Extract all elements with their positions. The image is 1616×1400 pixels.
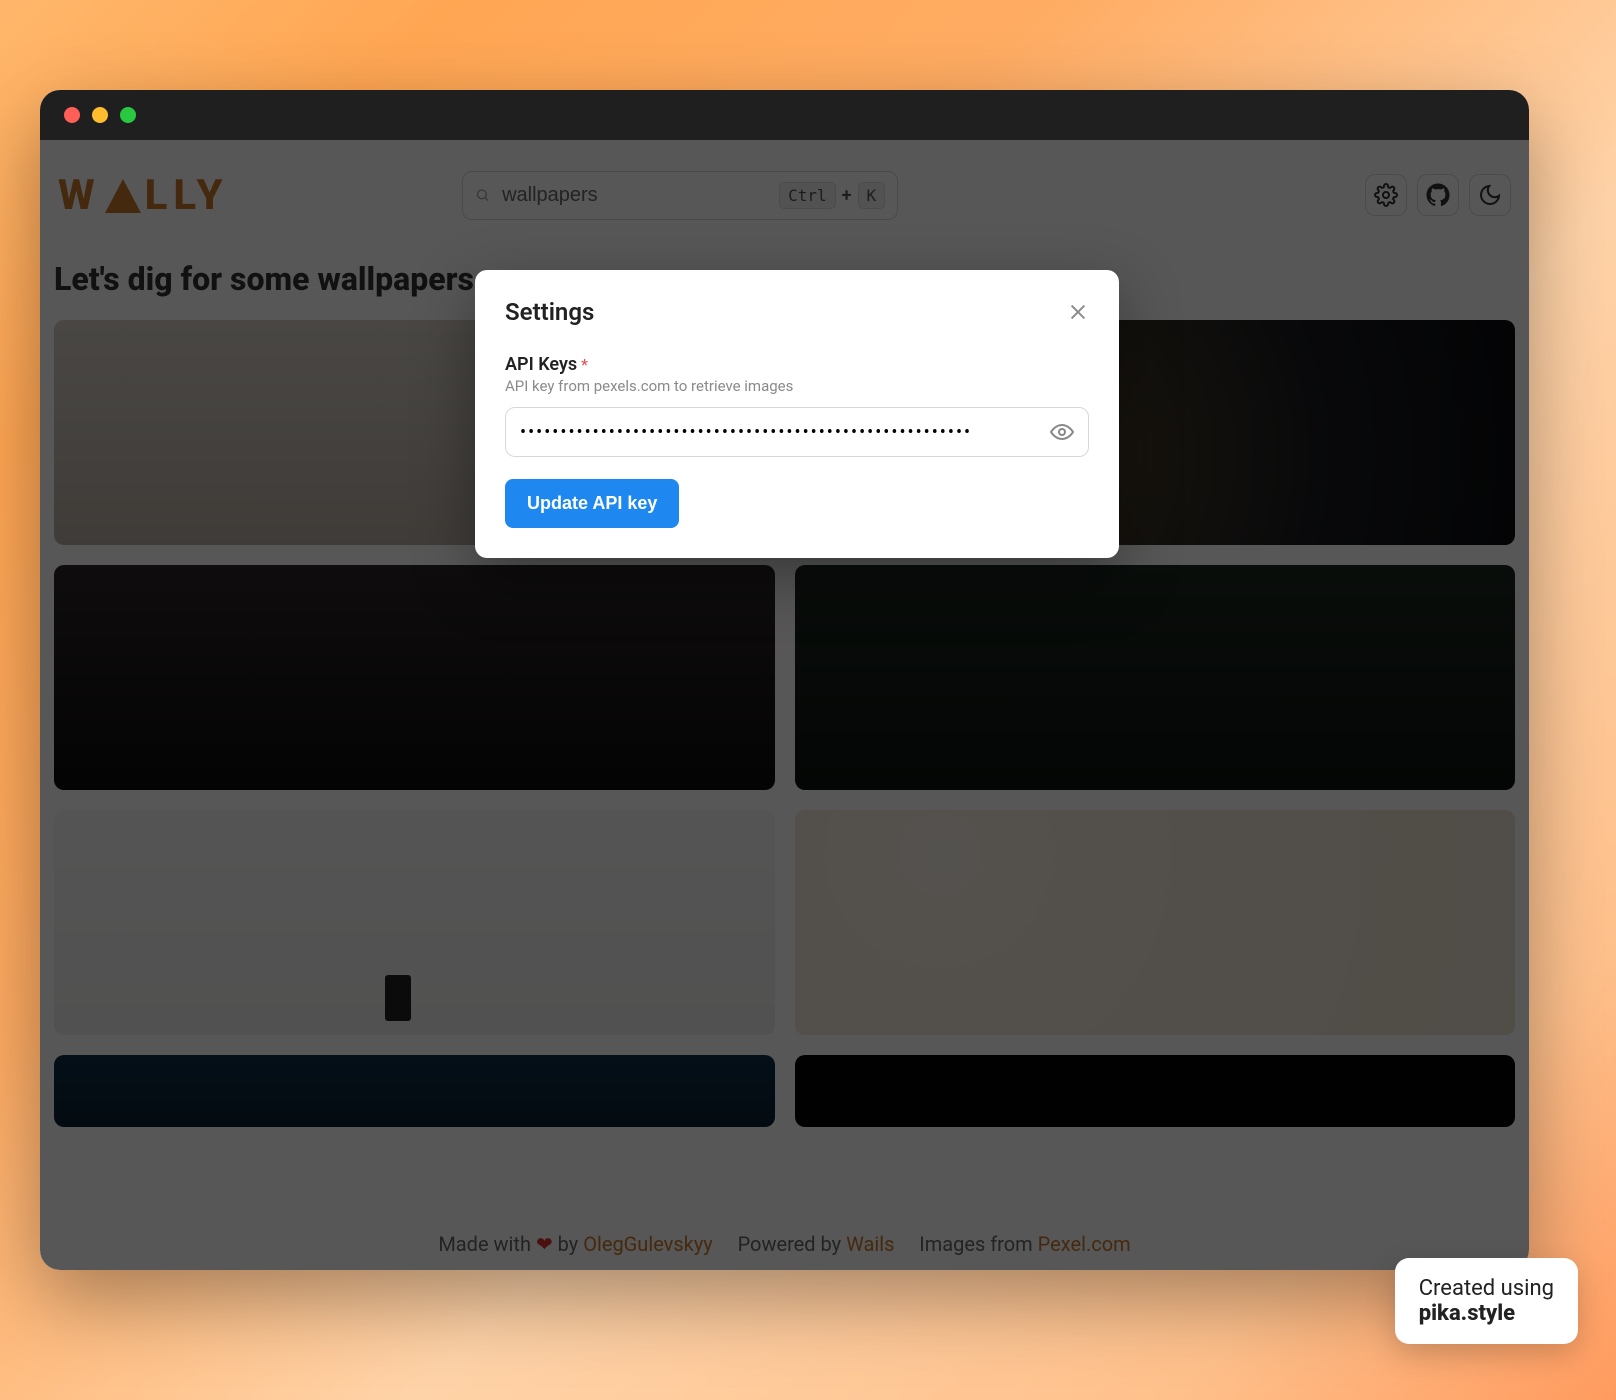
api-key-input[interactable] <box>520 422 1050 443</box>
api-key-input-wrap[interactable] <box>505 407 1089 457</box>
pika-badge[interactable]: Created using pika.style <box>1395 1258 1578 1344</box>
window-maximize-button[interactable] <box>120 107 136 123</box>
api-keys-field: API Keys* API key from pexels.com to ret… <box>505 354 1089 457</box>
badge-line2: pika.style <box>1419 1301 1554 1326</box>
modal-header: Settings <box>505 298 1089 326</box>
content-area: WLLY Ctrl + K <box>40 140 1529 1270</box>
update-api-key-button[interactable]: Update API key <box>505 479 679 528</box>
required-mark: * <box>581 355 588 374</box>
window-titlebar <box>40 90 1529 140</box>
field-label: API Keys <box>505 354 577 375</box>
app-window: WLLY Ctrl + K <box>40 90 1529 1270</box>
eye-icon[interactable] <box>1050 420 1074 444</box>
modal-title: Settings <box>505 298 594 326</box>
close-icon[interactable] <box>1067 301 1089 323</box>
field-help: API key from pexels.com to retrieve imag… <box>505 377 1089 395</box>
window-minimize-button[interactable] <box>92 107 108 123</box>
window-close-button[interactable] <box>64 107 80 123</box>
badge-line1: Created using <box>1419 1276 1554 1301</box>
settings-modal: Settings API Keys* API key from pexels.c… <box>475 270 1119 558</box>
